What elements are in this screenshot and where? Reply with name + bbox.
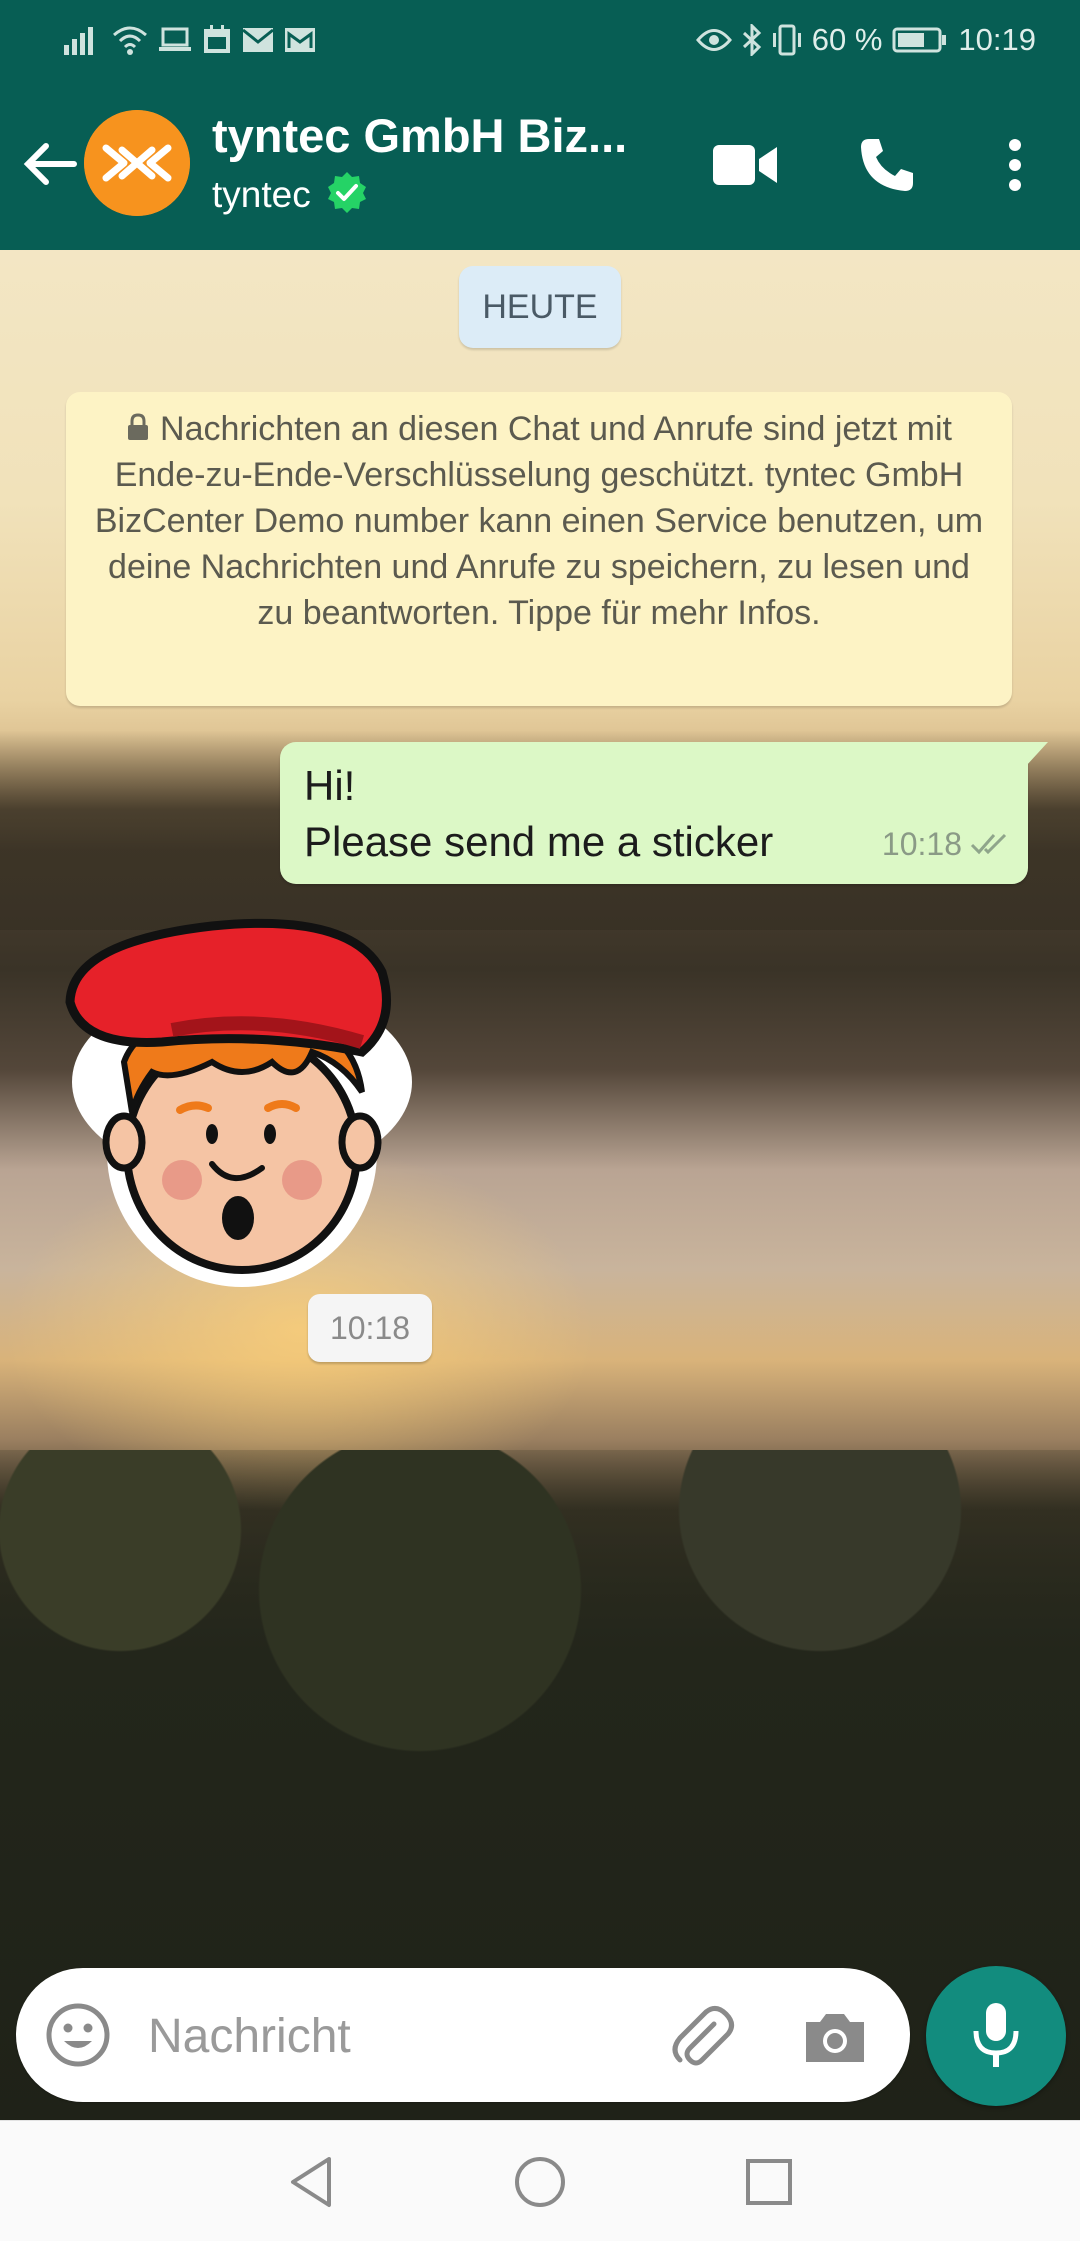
avatar[interactable] [84,110,190,216]
notification-icons [64,18,316,62]
more-options-button[interactable] [970,120,1060,210]
chat-title: tyntec GmbH Biz... [212,109,628,162]
microphone-icon [973,2003,1019,2067]
system-status: 60 % 10:19 [695,18,1036,62]
message-time: 10:18 [881,826,962,862]
voice-call-button[interactable] [842,120,932,210]
nav-back-button[interactable] [276,2147,346,2217]
chat-subtitle: tyntec [212,173,311,215]
chat-area[interactable]: HEUTE Nachrichten an diesen Chat und Anr… [0,250,1080,2120]
nav-recents-button[interactable] [734,2147,804,2217]
status-bar: 60 % 10:19 [0,0,1080,80]
verified-badge-icon [325,170,369,219]
message-input[interactable] [146,2000,650,2072]
date-chip: HEUTE [459,266,621,348]
video-call-icon [713,145,777,185]
battery-icon [892,26,948,54]
emoji-icon [46,2003,110,2067]
mail-icon [284,26,316,54]
square-recents-icon [746,2159,792,2205]
encryption-notice-text: Nachrichten an diesen Chat und Anrufe si… [94,410,984,632]
laptop-icon [158,25,192,55]
lock-icon [128,413,149,440]
encryption-notice[interactable]: Nachrichten an diesen Chat und Anrufe si… [66,392,1012,706]
voice-record-button[interactable] [926,1966,1066,2106]
sticker-time: 10:18 [308,1294,432,1362]
sticker-message[interactable] [62,912,432,1292]
camera-icon [806,2014,864,2062]
bluetooth-icon [742,24,762,56]
tyntec-logo-icon [84,110,190,216]
message-text-line1: Hi! [304,762,356,809]
paperclip-icon [672,2006,734,2066]
double-check-icon [970,833,1007,855]
chat-header: tyntec GmbH Biz... tyntec [0,80,1080,250]
vibrate-icon [772,24,802,56]
signal-icon [64,25,102,55]
contact-info[interactable]: tyntec GmbH Biz... tyntec [212,108,682,219]
battery-percent: 60 % [811,22,883,57]
message-meta: 10:18 [882,816,1010,872]
attach-button[interactable] [668,2002,738,2072]
back-button[interactable] [18,132,82,196]
eye-icon [695,27,732,53]
system-navigation-bar [0,2120,1080,2241]
circle-home-icon [515,2157,565,2207]
nav-home-button[interactable] [505,2147,575,2217]
boy-face-sticker-icon [65,918,412,1287]
triangle-back-icon [291,2157,331,2207]
message-composer [16,1968,910,2102]
camera-button[interactable] [800,2002,870,2072]
bubble-tail [1026,742,1048,766]
outgoing-message[interactable]: Hi! Please send me a sticker 10:18 [280,742,1048,884]
emoji-button[interactable] [44,2001,112,2069]
more-options-icon [1009,139,1021,191]
voice-call-icon [861,139,913,191]
arrow-left-icon [23,143,77,185]
calendar-icon [202,25,232,55]
wifi-icon [112,25,148,55]
mail-icon [242,26,274,54]
clock: 10:19 [958,22,1036,57]
video-call-button[interactable] [700,120,790,210]
